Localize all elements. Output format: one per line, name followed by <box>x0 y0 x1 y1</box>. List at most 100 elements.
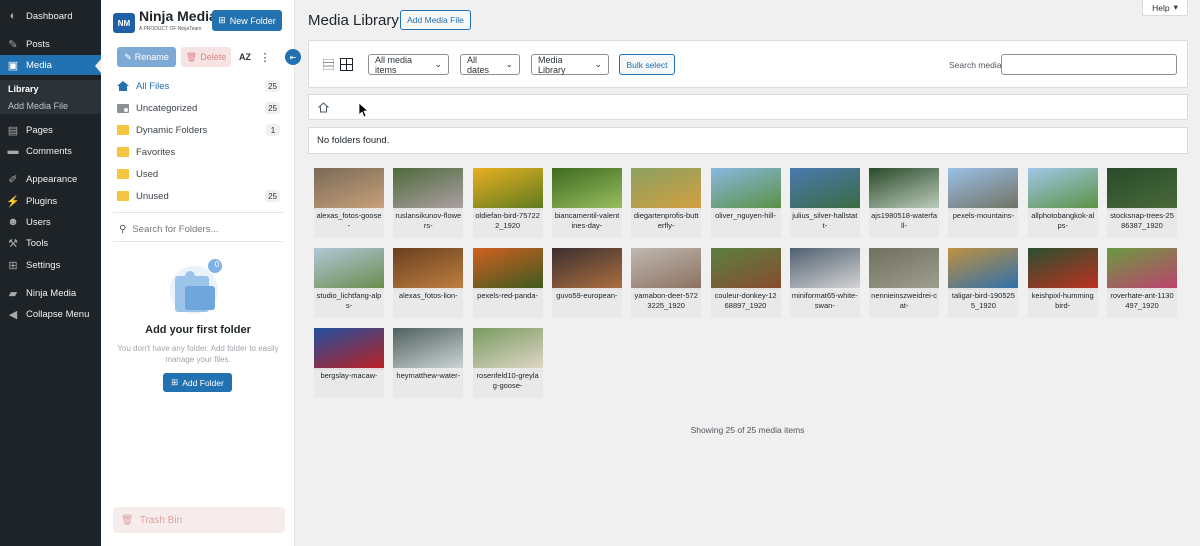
media-thumbnail[interactable]: heymatthew-water- <box>393 328 464 398</box>
folder-dynamic[interactable]: Dynamic Folders 1 <box>117 120 280 140</box>
menu-ninja-media[interactable]: ▰ Ninja Media <box>0 283 101 303</box>
sort-button[interactable]: AZ <box>237 48 253 66</box>
media-thumbnail[interactable]: studio_lichtfang-alps- <box>314 248 384 318</box>
media-thumbnail[interactable]: ruslansikunov-flowers- <box>393 168 464 238</box>
menu-posts[interactable]: ✎ Posts <box>0 34 101 54</box>
media-thumbnail[interactable]: julius_silver-hallstatt- <box>789 168 860 238</box>
media-thumbnail[interactable]: pexels-red-panda- <box>472 248 543 318</box>
pages-icon: ▤ <box>7 124 19 137</box>
menu-dashboard[interactable]: ◐ Dashboard <box>0 6 101 26</box>
more-options-icon[interactable]: ⋮ <box>259 48 271 66</box>
trash-icon: 🗑 <box>121 514 134 526</box>
media-thumbnail[interactable]: rosenfeld10-greylag-goose- <box>472 328 543 398</box>
chevron-down-icon: ⌄ <box>434 59 442 69</box>
caret-down-icon: ▾ <box>1173 2 1178 12</box>
media-thumbnail[interactable]: stocksnap-trees-2586387_1920 <box>1107 168 1177 238</box>
folder-unused[interactable]: Unused 25 <box>117 186 280 206</box>
thumbnail-caption: studio_lichtfang-alps- <box>314 288 384 318</box>
bulk-select-button[interactable]: Bulk select <box>619 54 675 75</box>
media-thumbnail[interactable]: diegartenprofis-butterfly- <box>631 168 702 238</box>
media-thumbnail[interactable]: couleur-donkey-1268897_1920 <box>710 248 781 318</box>
thumbnail-caption: yamabon-deer-5723225_1920 <box>631 288 702 318</box>
folder-uncategorized[interactable]: Uncategorized 25 <box>117 98 280 118</box>
media-thumbnail[interactable]: pexels-mountains- <box>948 168 1019 238</box>
folder-search-input[interactable]: ⚲ Search for Folders... <box>113 220 283 238</box>
new-folder-button[interactable]: ⊞ New Folder <box>212 10 282 31</box>
media-thumbnail[interactable]: biancamentil-valentines-day- <box>551 168 622 238</box>
comment-icon: ▬ <box>7 145 19 157</box>
library-select[interactable]: Media Library ⌄ <box>531 54 609 75</box>
folder-label: Dynamic Folders <box>136 124 208 136</box>
thumbnail-image <box>472 248 543 290</box>
media-thumbnail[interactable]: bergslay-macaw- <box>314 328 384 398</box>
add-folder-button[interactable]: ⊞ Add Folder <box>163 373 232 392</box>
date-select[interactable]: All dates ⌄ <box>460 54 520 75</box>
search-media-input[interactable] <box>1001 54 1177 75</box>
grid-view-icon[interactable] <box>340 58 353 71</box>
media-thumbnail[interactable]: oldiefan-bird-757222_1920 <box>472 168 543 238</box>
submenu-add-media[interactable]: Add Media File <box>0 97 101 114</box>
folder-all-files[interactable]: All Files 25 <box>117 76 280 96</box>
settings-icon: ⊞ <box>8 259 18 272</box>
media-thumbnail[interactable]: miniformat65-white-swan- <box>789 248 860 318</box>
folder-icon <box>117 191 129 201</box>
folder-label: Used <box>136 168 159 180</box>
no-folders-message: No folders found. <box>308 127 1188 154</box>
add-media-file-button[interactable]: Add Media File <box>400 10 471 30</box>
media-thumbnail[interactable]: guvo59-european- <box>551 248 622 318</box>
media-type-select[interactable]: All media items ⌄ <box>368 54 449 75</box>
submenu-library[interactable]: Library <box>0 80 101 97</box>
help-tab[interactable]: Help ▾ <box>1142 0 1188 16</box>
thumbnail-image <box>472 328 543 370</box>
media-thumbnail[interactable]: oliver_nguyen-hill- <box>710 168 781 238</box>
menu-appearance[interactable]: ✐ Appearance <box>0 169 101 189</box>
thumbnail-caption: taligar-bird-1905255_1920 <box>948 288 1019 318</box>
menu-settings[interactable]: ⊞ Settings <box>0 255 101 275</box>
admin-sidebar: ◐ Dashboard ✎ Posts ▣ Media Library Add … <box>0 0 101 546</box>
menu-comments[interactable]: ▬ Comments <box>0 141 101 161</box>
trash-bin-button[interactable]: 🗑 Trash Bin <box>113 507 285 533</box>
thumbnail-image <box>472 168 543 210</box>
menu-collapse-label: Collapse Menu <box>26 308 90 320</box>
thumbnail-caption: rosenfeld10-greylag-goose- <box>472 368 543 398</box>
mouse-cursor-icon <box>359 103 369 118</box>
dashboard-icon: ◐ <box>9 10 17 22</box>
wrench-icon: ⚒ <box>8 237 18 250</box>
media-icon: ▣ <box>7 59 19 72</box>
thumbnail-image <box>869 248 940 290</box>
menu-collapse[interactable]: ◀ Collapse Menu <box>0 304 101 324</box>
folder-used[interactable]: Used <box>117 164 280 184</box>
list-view-icon[interactable] <box>323 59 334 70</box>
media-thumbnail[interactable]: yamabon-deer-5723225_1920 <box>631 248 702 318</box>
menu-pages[interactable]: ▤ Pages <box>0 120 101 140</box>
media-thumbnail[interactable]: keishpixl-hummingbird- <box>1027 248 1098 318</box>
media-thumbnail[interactable]: ajs1980518-waterfall- <box>869 168 940 238</box>
media-thumbnail[interactable]: alexas_fotos-goose- <box>314 168 384 238</box>
thumbnail-caption: pexels-red-panda- <box>472 288 543 318</box>
delete-button[interactable]: 🗑 Delete <box>181 47 231 67</box>
menu-users[interactable]: ☻ Users <box>0 212 101 232</box>
media-thumbnail[interactable]: alexas_fotos-lion- <box>393 248 464 318</box>
media-thumbnail[interactable]: roverhate-ant-1130497_1920 <box>1107 248 1177 318</box>
thumbnail-image <box>314 168 384 210</box>
rename-button[interactable]: ✎ Rename <box>117 47 176 67</box>
menu-media[interactable]: ▣ Media <box>0 55 101 75</box>
folder-label: All Files <box>136 80 170 92</box>
folder-icon: ▰ <box>8 287 18 300</box>
menu-tools[interactable]: ⚒ Tools <box>0 233 101 253</box>
home-icon[interactable] <box>318 102 329 113</box>
menu-ninja-media-label: Ninja Media <box>26 287 77 299</box>
empty-title: Add your first folder <box>145 324 251 336</box>
media-submenu: Library Add Media File <box>0 80 101 114</box>
media-thumbnail[interactable]: allphotobangkok-alps- <box>1027 168 1098 238</box>
menu-plugins[interactable]: ⚡ Plugins <box>0 191 101 211</box>
media-thumbnail[interactable]: nennieinszweidrei-cat- <box>869 248 940 318</box>
media-thumbnail[interactable]: taligar-bird-1905255_1920 <box>948 248 1019 318</box>
media-library-main: Help ▾ Media Library Add Media File All … <box>295 0 1200 546</box>
add-folder-label: Add Folder <box>182 377 224 388</box>
user-icon: ☻ <box>7 216 19 228</box>
folder-panel: NM Ninja Media A PRODUCT OF NinjaTeam ⊞ … <box>101 0 301 546</box>
folder-favorites[interactable]: Favorites <box>117 142 280 162</box>
brush-icon: ✐ <box>8 173 18 186</box>
date-value: All dates <box>467 54 490 75</box>
